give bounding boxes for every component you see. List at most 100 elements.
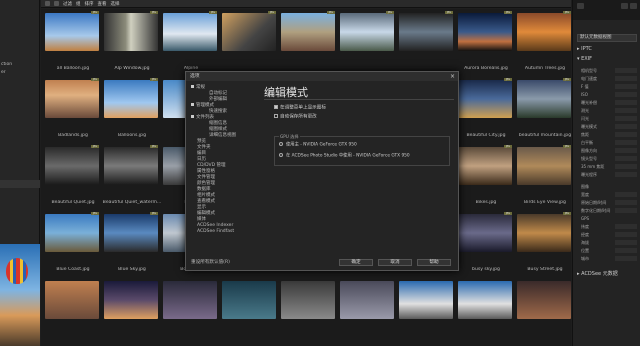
- tree-item[interactable]: 外部编辑: [209, 97, 227, 102]
- folder-item[interactable]: er: [0, 70, 40, 76]
- autosave-checkbox[interactable]: 自动保存所有更改: [274, 114, 317, 121]
- thumbnail-tile[interactable]: [397, 277, 457, 343]
- filter-menu[interactable]: 过滤: [63, 1, 72, 7]
- tree-item[interactable]: 文件夹: [197, 145, 211, 150]
- options-tree: 常规 自动标记 外部编辑 管理模式 快速搜索 文件列表 缩图信息 缩图样式 详细…: [191, 85, 259, 255]
- panel-divider: [0, 180, 40, 188]
- file-type-badge: JPG: [91, 212, 99, 215]
- thumbnail-tile[interactable]: [43, 277, 103, 343]
- tree-item[interactable]: 属性窗格: [197, 169, 215, 174]
- thumbnail-tile[interactable]: JPG Alpine: [161, 9, 221, 75]
- tree-item[interactable]: 预览: [197, 139, 206, 144]
- thumbnail-image: [517, 80, 571, 118]
- tree-item[interactable]: 缩图样式: [209, 127, 227, 132]
- help-button[interactable]: 帮助: [417, 259, 451, 266]
- thumbnail-caption: Alp Window.jpg: [114, 66, 150, 71]
- reset-defaults-button[interactable]: 重设所有默认值(R): [191, 259, 230, 265]
- thumbnail-tile[interactable]: JPG Alp Window.jpg: [102, 9, 162, 75]
- thumbnail-tile[interactable]: JPG all Balloon.jpg: [43, 9, 103, 75]
- tree-item[interactable]: 相片模式: [197, 193, 215, 198]
- thumbnail-caption: Blue Sky.jpg: [118, 267, 146, 272]
- tree-item[interactable]: 数据库: [197, 187, 211, 192]
- thumbnail-tile[interactable]: JPG beautiful mountain.jpg: [515, 76, 575, 142]
- close-icon[interactable]: ×: [450, 73, 455, 80]
- ok-button[interactable]: 确定: [339, 259, 373, 266]
- gpu-option-acdsee[interactable]: 在 ACDSee Photo Studio 中使用 - NVIDIA GeFor…: [279, 153, 410, 160]
- tree-item[interactable]: 编目: [197, 151, 206, 156]
- edit-icon[interactable]: [577, 3, 584, 9]
- thumbnail-tile[interactable]: JPG: [220, 9, 280, 75]
- cancel-button[interactable]: 取消: [378, 259, 412, 266]
- settings-icon[interactable]: [630, 3, 637, 9]
- thumbnail-image: [517, 281, 571, 319]
- thumbnail-tile[interactable]: JPG Balloons.jpg: [102, 76, 162, 142]
- iptc-section[interactable]: ▸ IPTC: [577, 46, 592, 52]
- tree-item[interactable]: 显示: [197, 205, 206, 210]
- view-menu[interactable]: 查看: [98, 1, 107, 7]
- tree-item[interactable]: 常规: [191, 85, 205, 90]
- show-adjust-icons-checkbox[interactable]: 在调整菜单上显示图标: [274, 105, 326, 112]
- tree-item[interactable]: 文件列表: [191, 115, 214, 120]
- tree-item[interactable]: 自动标记: [209, 91, 227, 96]
- folder-item[interactable]: ction: [0, 62, 40, 68]
- tree-item[interactable]: 颜色管理: [197, 181, 215, 186]
- thumbnail-tile[interactable]: JPG Autumn Trees.jpg: [515, 9, 575, 75]
- thumbnail-image: [104, 147, 158, 185]
- thumbnail-tile[interactable]: JPG Beautiful City.jpg: [456, 76, 516, 142]
- thumbnail-tile[interactable]: [338, 277, 398, 343]
- thumbnail-tile[interactable]: JPG Beautiful Quiet.jpg: [43, 143, 103, 209]
- balloon-shape: [6, 258, 28, 284]
- thumbnail-tile[interactable]: [515, 277, 575, 343]
- tree-item[interactable]: 缩图信息: [209, 121, 227, 126]
- sort-menu[interactable]: 排序: [85, 1, 94, 7]
- tree-item[interactable]: 查看模式: [197, 199, 215, 204]
- group-menu[interactable]: 组: [76, 1, 81, 7]
- gpu-legend: GPU 选择: [279, 134, 300, 140]
- thumbnail-tile[interactable]: JPG Beautiful Quiet_waterm...: [102, 143, 162, 209]
- metadata-view-select[interactable]: 默认元数据视图: [577, 34, 637, 42]
- acdsee-metadata-section[interactable]: ▸ ACDSee 元数据: [577, 270, 618, 277]
- gpu-option-primary[interactable]: 使用主 - NVIDIA GeForce GTX 950: [279, 142, 357, 149]
- thumbnail-image: [45, 80, 99, 118]
- thumbnail-tile[interactable]: [456, 277, 516, 343]
- thumbnail-tile[interactable]: [102, 277, 162, 343]
- tree-item[interactable]: 媒体: [197, 217, 206, 222]
- file-type-badge: JPG: [150, 78, 158, 81]
- contrast-icon[interactable]: [621, 3, 628, 9]
- thumbnail-image: [104, 80, 158, 118]
- select-menu[interactable]: 选择: [111, 1, 120, 7]
- thumbnail-tile[interactable]: [279, 277, 339, 343]
- tree-item-selected[interactable]: 编辑模式: [197, 211, 215, 216]
- file-type-badge: JPG: [504, 212, 512, 215]
- thumbnail-tile[interactable]: JPG Aurora Borealis.jpg: [456, 9, 516, 75]
- tree-item[interactable]: ACDSee Findfast: [197, 229, 234, 234]
- exif-field: 曝光程序: [581, 172, 637, 178]
- thumbnail-image: [281, 13, 335, 51]
- exif-section[interactable]: ▾ EXIF: [577, 56, 592, 62]
- thumbnail-tile[interactable]: JPG Badlands.jpg: [43, 76, 103, 142]
- panel-toolbar: [573, 0, 640, 20]
- thumbnail-tile[interactable]: JPG Birds Eye View.jpg: [515, 143, 575, 209]
- tree-item[interactable]: 管理模式: [191, 103, 214, 108]
- thumbnail-tile[interactable]: JPG Bikes.jpg: [456, 143, 516, 209]
- thumbnail-tile[interactable]: JPG Busy Street.jpg: [515, 210, 575, 276]
- thumbnail-tile[interactable]: JPG Blue Coast.jpg: [43, 210, 103, 276]
- tree-item[interactable]: CD/DVD 管理: [197, 163, 225, 168]
- thumbnail-tile[interactable]: JPG Blue Sky.jpg: [102, 210, 162, 276]
- thumbnail-tile[interactable]: JPG: [279, 9, 339, 75]
- thumbnail-tile[interactable]: [220, 277, 280, 343]
- tree-item[interactable]: 快速搜索: [209, 109, 227, 114]
- exif-field: F 值: [581, 84, 637, 90]
- tree-item[interactable]: ACDSee Indexer: [197, 223, 233, 228]
- tree-item[interactable]: 日历: [197, 157, 206, 162]
- thumbnail-tile[interactable]: JPG busy sky.jpg: [456, 210, 516, 276]
- tree-item[interactable]: 详细信息视图: [209, 133, 236, 138]
- thumbnail-image: [458, 281, 512, 319]
- thumbnail-tile[interactable]: [161, 277, 221, 343]
- thumbnail-tile[interactable]: JPG: [397, 9, 457, 75]
- forward-icon[interactable]: [54, 1, 59, 6]
- tree-item[interactable]: 文件管理: [197, 175, 215, 180]
- thumbnail-tile[interactable]: JPG: [338, 9, 398, 75]
- thumbnail-image: [163, 13, 217, 51]
- back-icon[interactable]: [45, 1, 50, 6]
